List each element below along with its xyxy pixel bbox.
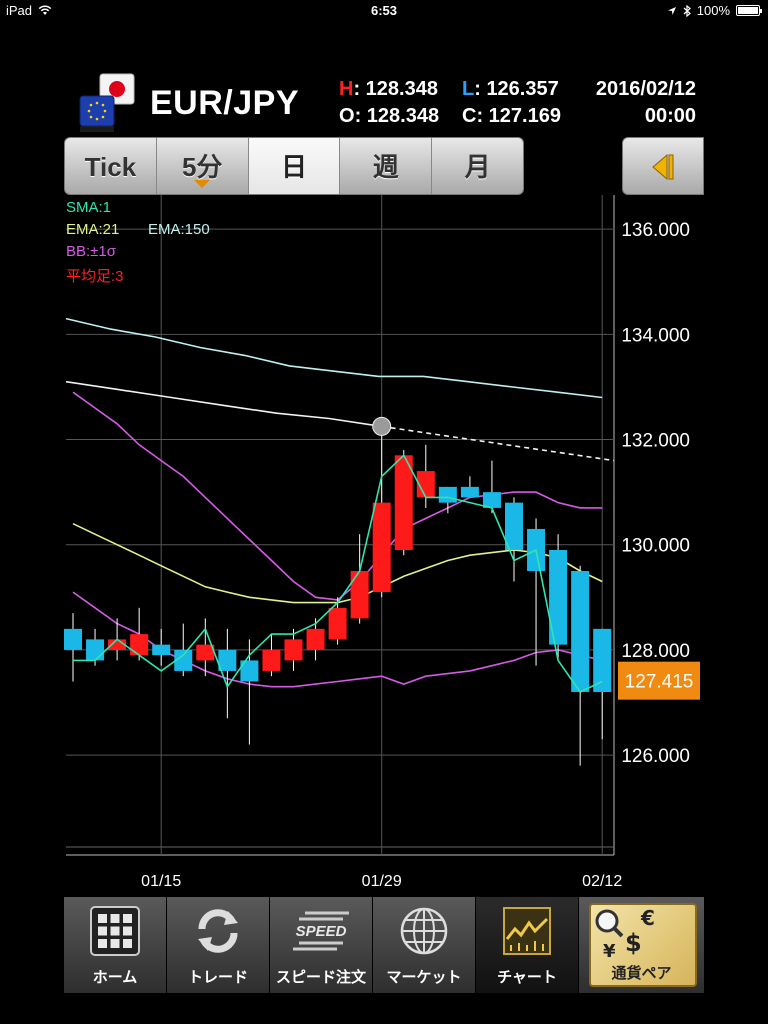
candle-body [350, 571, 369, 619]
open-key: O [339, 105, 355, 127]
side-panel-button[interactable] [622, 137, 704, 195]
dollar-symbol: $ [625, 929, 642, 957]
toolbar-trade-label: トレード [187, 969, 248, 986]
candle-body [86, 639, 105, 661]
tab-5min-label: 5分 [181, 152, 223, 182]
battery-percent: 100% [696, 3, 730, 18]
candle-body [130, 634, 149, 656]
close-value: 127.169 [488, 105, 561, 127]
ema150-projection-line [381, 425, 615, 462]
crosshair-marker [372, 416, 392, 436]
toolbar-market-label: マーケット [386, 969, 462, 986]
y-tick-label: 132.000 [621, 431, 690, 452]
home-grid-icon [90, 906, 140, 956]
open-quote: O: 128.348 [339, 105, 440, 127]
speed-order-icon: SPEED [293, 911, 349, 951]
candle-body [152, 644, 171, 656]
toolbar-speed-order-button[interactable]: SPEED スピード注文 [270, 897, 373, 993]
low-value: 126.357 [486, 78, 559, 100]
ema150-line [65, 380, 382, 428]
high-key: H [339, 78, 354, 100]
candle-body [593, 628, 612, 692]
tab-5min[interactable]: 5分 [157, 138, 249, 194]
tab-monthly[interactable]: 月 [432, 138, 523, 194]
y-tick-label: 128.000 [621, 641, 690, 662]
x-tick-label: 01/15 [141, 873, 181, 890]
battery-icon [736, 5, 762, 16]
x-tick-label: 01/29 [362, 873, 402, 890]
market-globe-icon [400, 907, 448, 955]
bluetooth-icon [683, 4, 691, 17]
legend-bb: BB:±1σ [66, 243, 117, 260]
candle-body [571, 571, 590, 692]
panel-collapse-icon [652, 153, 674, 181]
tab-daily[interactable]: 日 [248, 138, 341, 194]
candle-body [262, 649, 281, 671]
current-price-label: 127.415 [625, 672, 694, 693]
candle-body [306, 628, 325, 650]
clock: 6:53 [370, 3, 398, 18]
toolbar-currency-pair-button[interactable]: € $ ¥ 通貨ペア [579, 897, 704, 993]
candle-body [505, 502, 523, 550]
currency-symbols-icon: € $ ¥ [595, 906, 655, 962]
y-tick-label: 130.000 [621, 536, 690, 557]
toolbar-trade-button[interactable]: トレード [167, 897, 270, 993]
euro-symbol: € [640, 906, 655, 930]
toolbar-market-button[interactable]: マーケット [373, 897, 476, 993]
chevron-down-icon [194, 180, 211, 188]
price-chart[interactable]: 136.000 134.000 132.000 130.000 128.000 126.0… [0, 195, 768, 895]
low-key: L [462, 78, 475, 100]
quote-header: EUR/JPY H: 128.348 L: 126.357 O: 128.348… [0, 70, 768, 132]
currency-pair-title: EUR/JPY [150, 84, 299, 122]
chart-canvas[interactable]: 136.000 134.000 132.000 130.000 128.000 126.0… [0, 195, 768, 895]
y-tick-label: 136.000 [621, 220, 690, 241]
quote-date: 2016/02/12 [595, 78, 696, 100]
toolbar-currency-pair-label: 通貨ペア [611, 965, 672, 982]
chart-icon [503, 907, 551, 955]
y-tick-label: 126.000 [621, 746, 690, 767]
status-bar: iPad 6:53 100% [0, 0, 768, 20]
location-arrow-icon [667, 6, 676, 15]
toolbar-chart-label: チャート [497, 969, 557, 986]
legend-sma: SMA:1 [66, 199, 112, 216]
open-value: 128.348 [366, 105, 440, 127]
quote-time: 00:00 [644, 105, 696, 127]
tab-tick[interactable]: Tick [65, 138, 157, 194]
candle-body [438, 486, 457, 503]
candle-body [394, 455, 413, 550]
bottom-toolbar: ホーム トレード SPEED スピード注文 マーケット チャート € $ ¥ 通… [64, 897, 704, 993]
candle-body [372, 502, 391, 593]
toolbar-chart-button[interactable]: チャート [476, 897, 579, 993]
toolbar-home-button[interactable]: ホーム [64, 897, 167, 993]
bollinger-upper-line [72, 391, 603, 601]
legend-ema21: EMA:21 [66, 221, 120, 238]
tab-weekly[interactable]: 週 [340, 138, 433, 194]
legend-ema150: EMA:150 [148, 221, 210, 238]
high-quote: H: 128.348 [339, 78, 438, 100]
candle-body [284, 639, 303, 661]
high-value: 128.348 [365, 78, 438, 100]
low-quote: L: 126.357 [462, 78, 559, 100]
toolbar-home-label: ホーム [92, 969, 138, 986]
candle-body [64, 628, 82, 650]
candle-body [218, 649, 237, 671]
candle-body [460, 486, 479, 498]
candle-body [328, 607, 347, 640]
timeframe-tabs: Tick 5分 日 週 月 [64, 137, 524, 195]
legend-heikin-ashi: 平均足:3 [66, 268, 124, 285]
y-tick-label: 134.000 [621, 325, 690, 346]
speed-badge-text: SPEED [296, 923, 347, 940]
x-tick-label: 02/12 [582, 873, 622, 890]
trade-refresh-icon [198, 909, 238, 953]
close-key: C [462, 105, 477, 127]
yen-symbol: ¥ [603, 941, 616, 962]
candle-body [482, 492, 501, 508]
toolbar-speed-order-label: スピード注文 [275, 969, 366, 986]
close-quote: C: 127.169 [462, 105, 561, 127]
ema150-upper-line [65, 317, 603, 399]
eur-jpy-flag-icon[interactable] [78, 72, 136, 132]
